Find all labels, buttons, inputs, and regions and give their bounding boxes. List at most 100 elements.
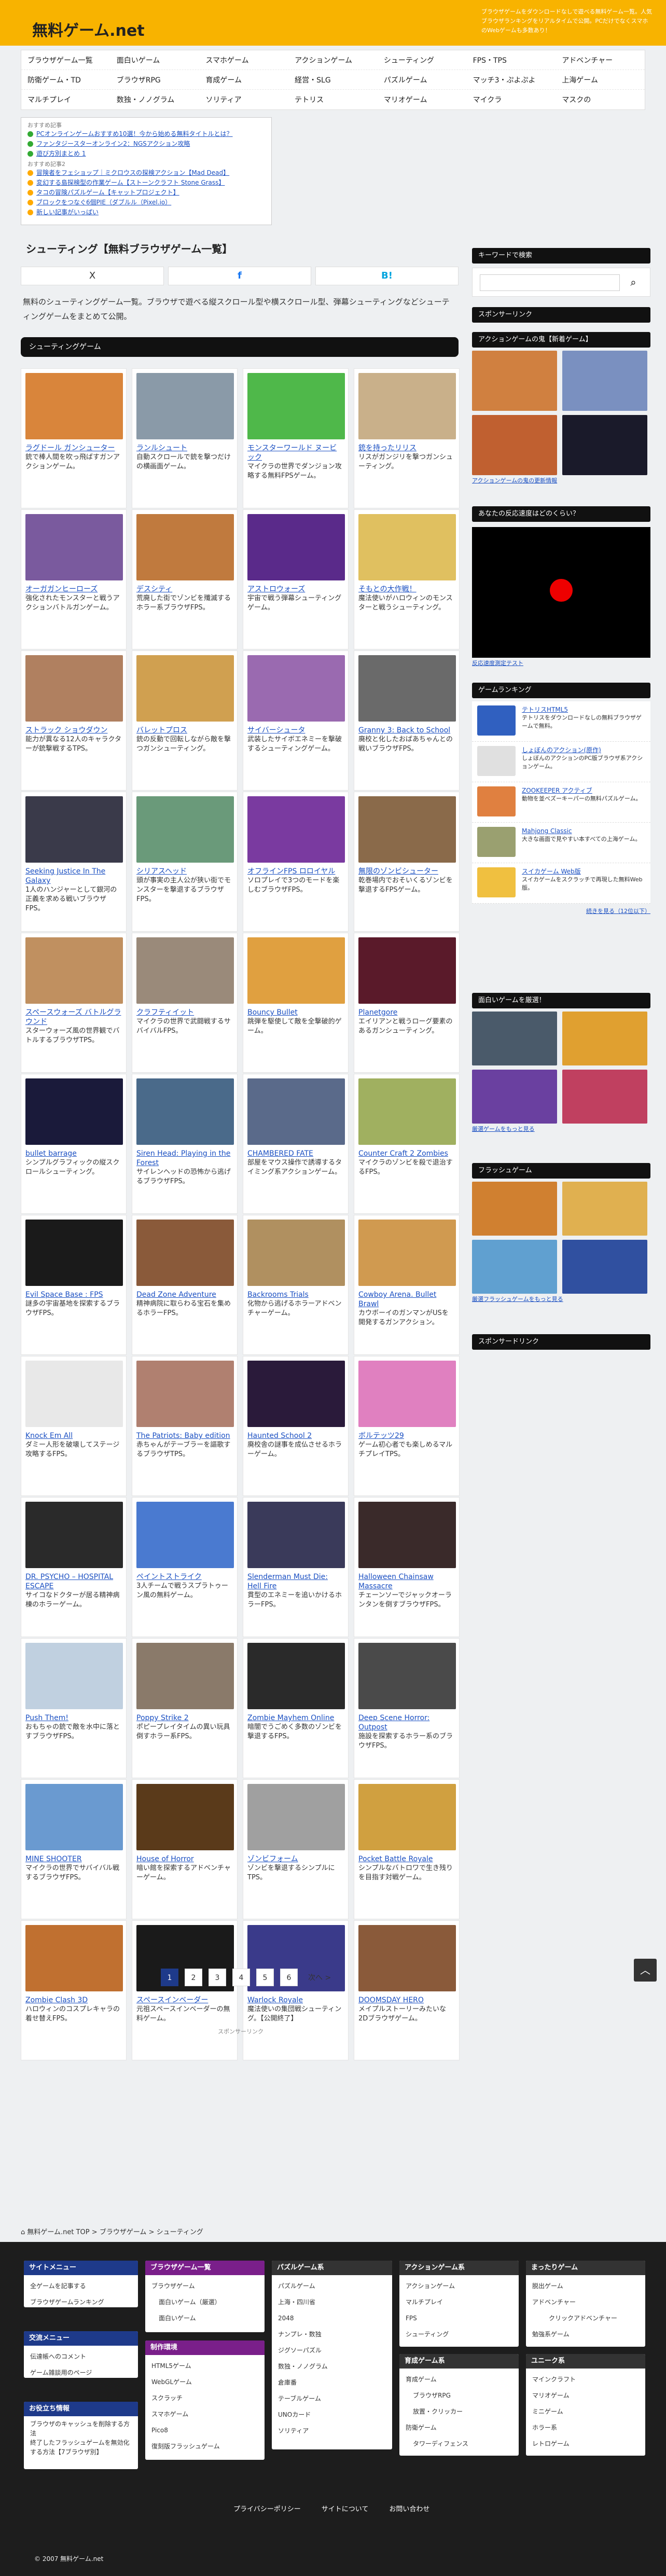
ranking-more-link[interactable]: 続きを見る（12位以下） — [586, 908, 650, 915]
game-thumbnail[interactable] — [247, 1643, 345, 1709]
game-thumbnail[interactable] — [247, 514, 345, 580]
nav-item[interactable]: シューティング — [378, 55, 467, 65]
game-card[interactable]: Seeking Justice In The Galaxy 1人のハンジャーとして… — [21, 792, 127, 932]
game-title[interactable]: デスシティ — [136, 585, 233, 594]
game-title[interactable]: バレットプロス — [136, 726, 233, 735]
footer-link[interactable]: HTML5ゲーム — [151, 2358, 258, 2374]
page-1-link[interactable]: 1 — [161, 1969, 178, 1986]
footer-link[interactable]: 脱出ゲーム — [532, 2278, 639, 2294]
game-title[interactable]: Haunted School 2 — [247, 1431, 344, 1441]
recommend-link[interactable]: PCオンラインゲームおすすめ10選！今から始める無料タイトルとは？ — [36, 130, 233, 137]
page-4-link[interactable]: 4 — [232, 1969, 250, 1986]
game-thumbnail[interactable] — [25, 1784, 123, 1850]
recommend-link[interactable]: 遊び方別まとめ 1 — [36, 150, 86, 157]
game-title[interactable]: Evil Space Base : FPS — [25, 1290, 122, 1299]
footer-link[interactable]: 全ゲームを記事する — [30, 2278, 132, 2294]
game-title[interactable]: CHAMBERED FATE — [247, 1149, 344, 1158]
game-thumbnail[interactable] — [136, 655, 234, 722]
game-card[interactable]: モンスターワールド ヌービック マイクラの世界でダンジョン攻略する無料FPSゲーム… — [243, 368, 349, 508]
game-title[interactable]: DR. PSYCHO – HOSPITAL ESCAPE — [25, 1572, 122, 1591]
nav-item[interactable]: FPS・TPS — [467, 55, 556, 65]
game-card[interactable]: スペースインベーダー 元祖スペースインベーダーの無料ゲーム。 — [132, 1920, 238, 2060]
ranking-thumb[interactable] — [477, 867, 516, 897]
footer-link[interactable]: ブラウザゲームランキング — [30, 2294, 132, 2307]
game-card[interactable]: Haunted School 2 廃校舎の謎事を成仏させるホラーゲーム。 — [243, 1356, 349, 1496]
footer-link[interactable]: タワーディフェンス — [406, 2436, 512, 2452]
game-thumbnail[interactable] — [136, 1784, 234, 1850]
game-thumbnail[interactable] — [358, 1502, 456, 1568]
game-title[interactable]: Zombie Clash 3D — [25, 1996, 122, 2005]
footer-link[interactable]: 終了したフラッシュゲームを無効化する方法【7ブラウザ別】 — [30, 2438, 132, 2457]
game-title[interactable]: Zombie Mayhem Online — [247, 1713, 344, 1723]
game-thumbnail[interactable] — [25, 514, 123, 580]
game-card[interactable]: ゾンビフォーム ゾンビを撃退するシンプルにTPS。 — [243, 1779, 349, 1919]
game-title[interactable]: オーガガンヒーローズ — [25, 585, 122, 594]
game-title[interactable]: Knock Em All — [25, 1431, 122, 1441]
flash-games-link[interactable]: 厳選フラッシュゲームをもっと見る — [472, 1296, 563, 1303]
ranking-thumb[interactable] — [477, 786, 516, 816]
ranking-thumb[interactable] — [477, 705, 516, 736]
ranking-thumb[interactable] — [477, 746, 516, 776]
game-thumbnail[interactable] — [25, 655, 123, 722]
game-title[interactable]: Seeking Justice In The Galaxy — [25, 867, 122, 885]
game-thumbnail[interactable] — [247, 1220, 345, 1286]
recommend-link[interactable]: 新しい記事がいっぱい — [36, 209, 99, 216]
nav-item[interactable]: パズルゲーム — [378, 75, 467, 85]
game-card[interactable]: Granny 3: Back to School 廃校と化したおばあちゃんとの戦い… — [354, 650, 460, 791]
game-title[interactable]: Bouncy Bullet — [247, 1008, 344, 1017]
new-game-thumb[interactable] — [562, 415, 647, 475]
footer-link[interactable]: アドベンチャー — [532, 2294, 639, 2310]
footer-link[interactable]: ミニゲーム — [532, 2404, 639, 2420]
game-thumbnail[interactable] — [358, 514, 456, 580]
game-card[interactable]: Backrooms Trials 化物から逃げるホラーアドベンチャーゲーム。 — [243, 1215, 349, 1355]
game-card[interactable]: オーガガンヒーローズ 強化されたモンスターと戦うアクションバトルガンゲーム。 — [21, 509, 127, 649]
nav-item[interactable]: 数独・ノノグラム — [110, 94, 200, 105]
footer-link[interactable]: ブラウザゲーム — [151, 2278, 258, 2294]
game-title[interactable]: Backrooms Trials — [247, 1290, 344, 1299]
recommend-link[interactable]: 冒険者をフェショップ｜ミクロウスの探検アクション【Mad Dead】 — [36, 169, 229, 176]
game-title[interactable]: ラグドール ガンシューター — [25, 444, 122, 453]
game-thumbnail[interactable] — [25, 937, 123, 1004]
ranking-item[interactable]: ZOOKEEPER アクティブ 動物を並べズーキーパーの無料パズルゲーム。 — [472, 782, 650, 823]
reflex-target[interactable] — [550, 579, 573, 602]
footer-link[interactable]: 勉強系ゲーム — [532, 2326, 639, 2343]
game-thumbnail[interactable] — [25, 1925, 123, 1991]
nav-item[interactable]: 上海ゲーム — [556, 75, 645, 85]
game-title[interactable]: bullet barrage — [25, 1149, 122, 1158]
footer-nav-link[interactable]: お問い合わせ — [389, 2503, 429, 2513]
game-thumbnail[interactable] — [247, 1502, 345, 1568]
game-thumbnail[interactable] — [358, 1784, 456, 1850]
game-card[interactable]: ランルシュート 自動スクロールで銃を撃つだけの横画面ゲーム。 — [132, 368, 238, 508]
game-thumbnail[interactable] — [136, 514, 234, 580]
game-card[interactable]: ペイントストライク 3人チームで戦うスプラトゥーン風の無料ゲーム。 — [132, 1497, 238, 1637]
game-card[interactable]: Cowboy Arena. Bullet Brawl カウボーイのガンマンがUSを… — [354, 1215, 460, 1355]
flash-game-thumb[interactable] — [562, 1182, 647, 1236]
game-title[interactable]: Cowboy Arena. Bullet Brawl — [358, 1290, 455, 1309]
ranking-title[interactable]: しょぼんのアクション(原作) — [522, 746, 645, 754]
game-title[interactable]: MINE SHOOTER — [25, 1854, 122, 1864]
footer-link[interactable]: ホラー系 — [532, 2420, 639, 2436]
game-card[interactable]: CHAMBERED FATE 部屋をマウス操作で誘導するタイミング系アクションゲー… — [243, 1074, 349, 1214]
ranking-title[interactable]: スイカゲーム Web版 — [522, 867, 645, 876]
game-title[interactable]: Poppy Strike 2 — [136, 1713, 233, 1723]
game-thumbnail[interactable] — [136, 1502, 234, 1568]
game-thumbnail[interactable] — [358, 1078, 456, 1145]
footer-link[interactable]: スクラッチ — [151, 2390, 258, 2406]
game-card[interactable]: オフラインFPS ロロイヤル ソロプレイで3つのモードを楽しむブラウザFPS。 — [243, 792, 349, 932]
footer-link[interactable]: アクションゲーム — [406, 2278, 512, 2294]
game-card[interactable]: スペースウォーズ バトルグラウンド スターウォーズ風の世界観でバトルするブラウザT… — [21, 933, 127, 1073]
nav-item[interactable]: ブラウザゲーム一覧 — [21, 55, 110, 65]
footer-link[interactable]: シューティング — [406, 2326, 512, 2343]
nav-item[interactable]: マイクラ — [467, 94, 556, 105]
footer-link[interactable]: レトロゲーム — [532, 2436, 639, 2452]
game-title[interactable]: Planetgore — [358, 1008, 455, 1017]
game-card[interactable]: The Patriots: Baby edition 赤ちゃんがテーブラーを謳歌す… — [132, 1356, 238, 1496]
game-card[interactable]: デスシティ 荒廃した街でゾンビを殲滅するホラー系ブラウザFPS。 — [132, 509, 238, 649]
game-thumbnail[interactable] — [136, 1078, 234, 1145]
site-title[interactable]: 無料ゲーム.net — [32, 18, 145, 40]
game-card[interactable]: Counter Craft 2 Zombies マイクラのゾンビを殺で退治するFP… — [354, 1074, 460, 1214]
footer-link[interactable]: WebGLゲーム — [151, 2374, 258, 2390]
footer-link[interactable]: 2048 — [278, 2310, 386, 2326]
ranking-item[interactable]: スイカゲーム Web版 スイカゲームをスクラッチで再現した無料Web版。 — [472, 863, 650, 904]
nav-item[interactable]: テトリス — [288, 94, 378, 105]
